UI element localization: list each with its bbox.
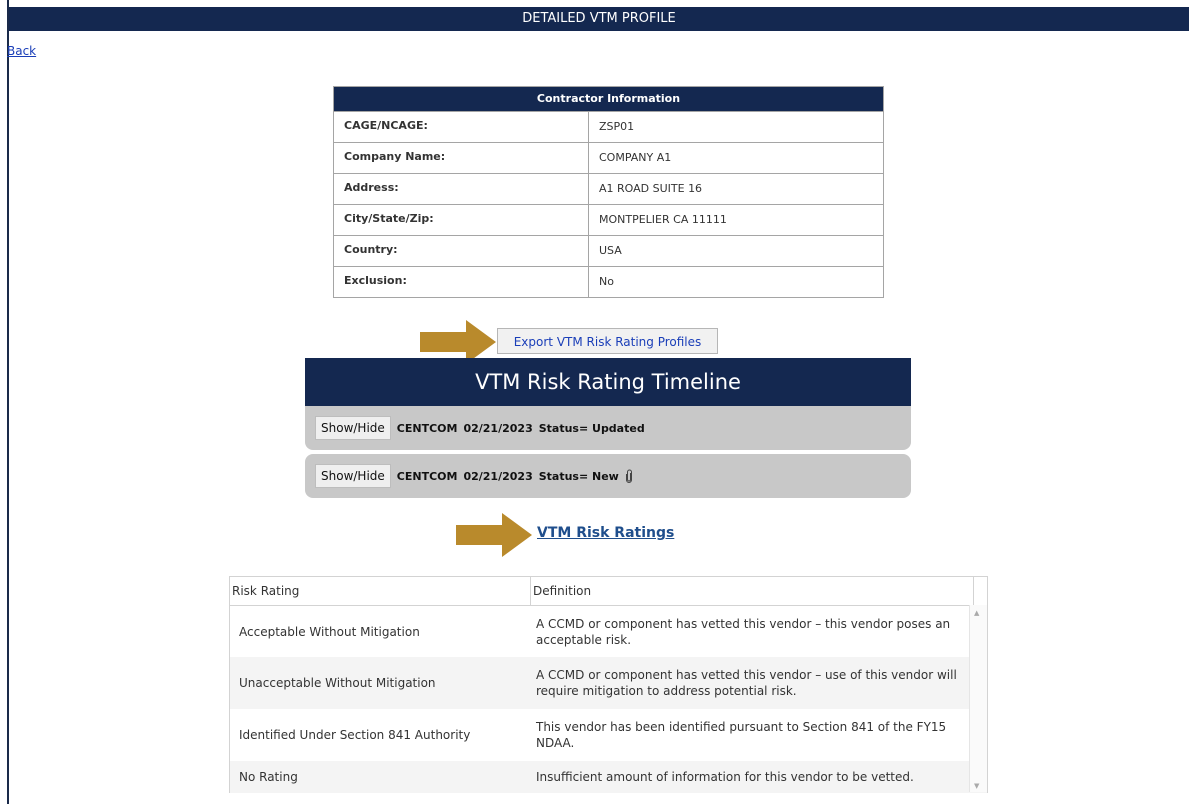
paperclip-icon[interactable] [625,469,633,483]
contractor-info-table: Contractor Information CAGE/NCAGE: ZSP01… [333,86,884,298]
back-link[interactable]: Back [7,44,36,58]
contractor-value: A1 ROAD SUITE 16 [599,182,703,195]
contractor-row: Company Name: COMPANY A1 [334,142,883,173]
contractor-value: COMPANY A1 [599,151,672,164]
scroll-down-icon[interactable]: ▼ [974,782,979,790]
entry-status: Status= New [538,469,619,483]
contractor-row: CAGE/NCAGE: ZSP01 [334,111,883,142]
table-row: No Rating Insufficient amount of informa… [230,761,987,793]
entry-date: 02/21/2023 [463,421,533,435]
page-title: DETAILED VTM PROFILE [9,7,1189,31]
export-profiles-button[interactable]: Export VTM Risk Rating Profiles [497,328,718,354]
left-border [7,0,9,804]
entry-status: Status= Updated [538,421,645,435]
scroll-up-icon[interactable]: ▲ [974,609,979,617]
rating-cell: Unacceptable Without Mitigation [239,676,436,690]
entry-command: CENTCOM [396,421,458,435]
rating-cell: Identified Under Section 841 Authority [239,728,471,742]
contractor-row: Country: USA [334,235,883,266]
contractor-row: Exclusion: No [334,266,883,297]
timeline-entry: Show/Hide CENTCOM 02/21/2023 Status= New [305,454,911,498]
contractor-label: CAGE/NCAGE: [334,112,589,142]
timeline-entry: Show/Hide CENTCOM 02/21/2023 Status= Upd… [305,406,911,450]
vtm-risk-ratings-link[interactable]: VTM Risk Ratings [537,525,674,541]
definition-cell: A CCMD or component has vetted this vend… [536,616,951,647]
arrow-right-icon [456,513,532,557]
contractor-label: Exclusion: [334,267,589,297]
entry-command: CENTCOM [396,469,458,483]
show-hide-button[interactable]: Show/Hide [315,464,391,488]
contractor-info-header: Contractor Information [334,87,883,111]
show-hide-button[interactable]: Show/Hide [315,416,391,440]
table-row: Acceptable Without Mitigation A CCMD or … [230,606,987,657]
table-row: Identified Under Section 841 Authority T… [230,709,987,761]
rating-cell: No Rating [239,770,298,784]
contractor-value: USA [599,244,622,257]
contractor-label: City/State/Zip: [334,205,589,235]
risk-ratings-table: Risk Rating Definition Acceptable Withou… [229,576,988,793]
table-row: Unacceptable Without Mitigation A CCMD o… [230,657,987,709]
definition-cell: Insufficient amount of information for t… [536,770,914,784]
contractor-value: ZSP01 [599,120,635,133]
table-scrollbar[interactable]: ▲ ▼ [969,605,987,792]
rating-cell: Acceptable Without Mitigation [239,624,420,639]
entry-date: 02/21/2023 [463,469,533,483]
table-header: Risk Rating Definition [230,577,987,606]
risk-rating-timeline: VTM Risk Rating Timeline Show/Hide CENTC… [305,358,911,498]
contractor-value: MONTPELIER CA 11111 [599,213,727,226]
column-header-risk-rating[interactable]: Risk Rating [230,577,531,605]
column-header-definition[interactable]: Definition [531,577,974,605]
contractor-row: City/State/Zip: MONTPELIER CA 11111 [334,204,883,235]
contractor-row: Address: A1 ROAD SUITE 16 [334,173,883,204]
contractor-value: No [599,275,614,288]
definition-cell: This vendor has been identified pursuant… [536,720,947,750]
contractor-label: Country: [334,236,589,266]
contractor-label: Company Name: [334,143,589,173]
definition-cell: A CCMD or component has vetted this vend… [536,668,957,698]
contractor-label: Address: [334,174,589,204]
timeline-title: VTM Risk Rating Timeline [305,358,911,406]
